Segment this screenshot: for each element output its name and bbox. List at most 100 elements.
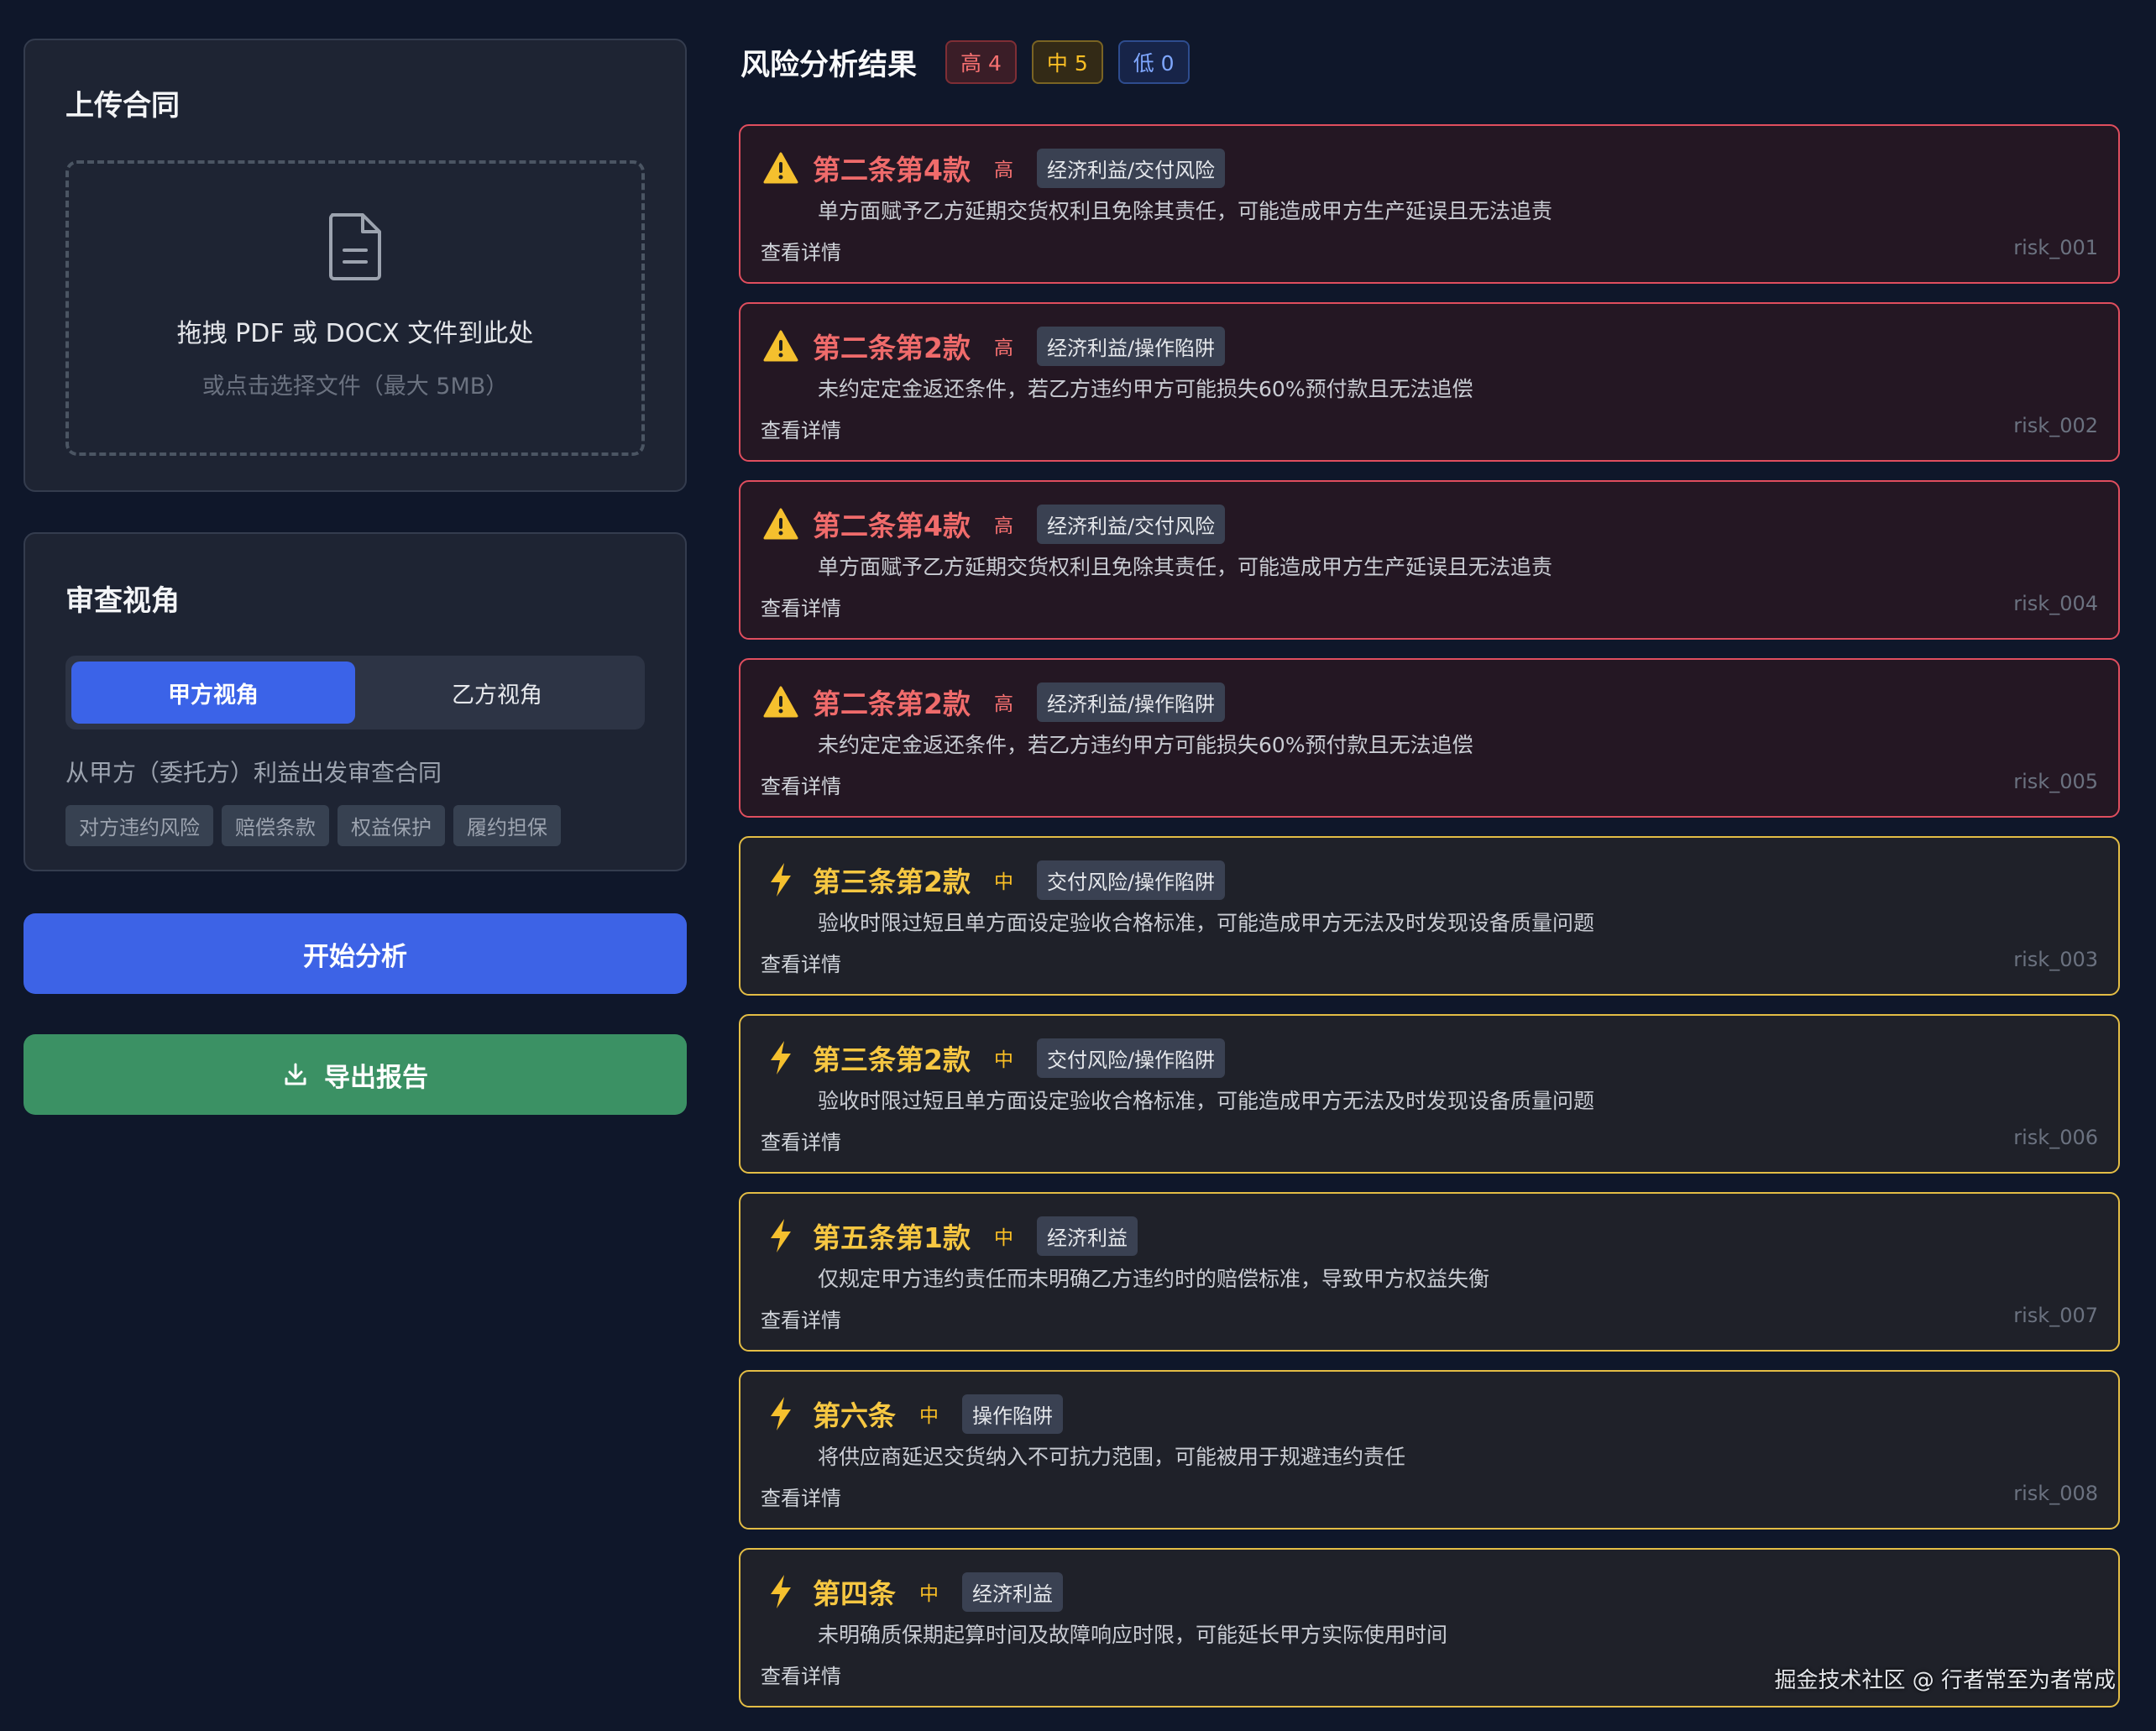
risk-id: risk_002 bbox=[2013, 414, 2098, 437]
file-dropzone[interactable]: 拖拽 PDF 或 DOCX 文件到此处 或点击选择文件（最大 5MB） bbox=[65, 160, 645, 456]
risk-category: 交付风险/操作陷阱 bbox=[1036, 860, 1226, 900]
view-details-link[interactable]: 查看详情 bbox=[761, 948, 841, 977]
risk-level: 中 bbox=[993, 1049, 1013, 1071]
risk-clause: 第六条 bbox=[813, 1399, 896, 1432]
risk-id: risk_005 bbox=[2013, 770, 2098, 793]
upload-title: 上传合同 bbox=[65, 89, 180, 123]
risk-card: 第三条第2款中 交付风险/操作陷阱验收时限过短且单方面设定验收合格标准，可能造成甲… bbox=[739, 836, 2120, 996]
risk-clause: 第二条第2款 bbox=[813, 688, 971, 720]
risk-card: 第三条第2款中 交付风险/操作陷阱验收时限过短且单方面设定验收合格标准，可能造成甲… bbox=[739, 1014, 2120, 1174]
view-details-link[interactable]: 查看详情 bbox=[761, 1304, 841, 1333]
risk-category: 经济利益 bbox=[962, 1571, 1063, 1612]
lightning-icon bbox=[761, 1395, 801, 1432]
start-analysis-button[interactable]: 开始分析 bbox=[24, 913, 687, 994]
risk-category: 经济利益 bbox=[1036, 1216, 1138, 1256]
results-column: 风险分析结果 高 4 中 5 低 0 第二条第4款高经济利益/交付风险 单方面赋予… bbox=[739, 39, 2120, 1726]
risk-description: 验收时限过短且单方面设定验收合格标准，可能造成甲方无法及时发现设备质量问题 bbox=[818, 1089, 1595, 1113]
party-b-view-button[interactable]: 乙方视角 bbox=[355, 662, 639, 724]
lightning-icon bbox=[761, 1039, 801, 1076]
risk-description: 验收时限过短且单方面设定验收合格标准，可能造成甲方无法及时发现设备质量问题 bbox=[818, 911, 1595, 935]
risk-category: 经济利益/操作陷阱 bbox=[1036, 682, 1226, 722]
results-title: 风险分析结果 bbox=[740, 48, 918, 82]
risk-header: 第二条第4款高 经济利益/交付风险 bbox=[761, 504, 1226, 544]
risk-level: 高 bbox=[993, 515, 1013, 537]
risk-header: 第三条第2款中 交付风险/操作陷阱 bbox=[761, 860, 1226, 900]
perspective-description: 从甲方（委托方）利益出发审查合同 bbox=[65, 759, 442, 787]
risk-description: 未约定定金返还条件，若乙方违约甲方可能损失60%预付款且无法追偿 bbox=[818, 377, 1473, 401]
risk-clause: 第二条第2款 bbox=[813, 332, 971, 364]
focus-tag: 权益保护 bbox=[338, 805, 445, 846]
view-details-link[interactable]: 查看详情 bbox=[761, 1660, 841, 1689]
risk-header: 第四条 中 经济利益 bbox=[761, 1571, 1063, 1612]
focus-tag: 对方违约风险 bbox=[65, 805, 213, 846]
view-details-link[interactable]: 查看详情 bbox=[761, 414, 841, 443]
risk-description: 单方面赋予乙方延期交货权利且免除其责任，可能造成甲方生产延误且无法追责 bbox=[818, 555, 1553, 579]
risk-card: 第二条第2款高 经济利益/操作陷阱 未约定定金返还条件，若乙方违约甲方可能损失60%… bbox=[739, 658, 2120, 818]
risk-clause: 第三条第2款 bbox=[813, 1043, 971, 1076]
risk-level: 中 bbox=[993, 871, 1013, 893]
lightning-icon bbox=[761, 1573, 801, 1610]
risk-id: risk_001 bbox=[2013, 236, 2098, 259]
risk-level: 中 bbox=[919, 1405, 939, 1427]
focus-tag: 履约担保 bbox=[453, 805, 561, 846]
risk-level: 高 bbox=[993, 160, 1013, 181]
view-details-link[interactable]: 查看详情 bbox=[761, 592, 841, 621]
left-column: 上传合同 拖拽 PDF 或 DOCX 文件到此处 或点击选择文件（最大 5MB）… bbox=[24, 39, 687, 1115]
warning-icon bbox=[761, 327, 801, 364]
risk-category: 经济利益/操作陷阱 bbox=[1036, 326, 1226, 366]
risk-category: 经济利益/交付风险 bbox=[1036, 504, 1226, 544]
risk-clause: 第四条 bbox=[813, 1577, 896, 1610]
risk-card: 第二条第2款高 经济利益/操作陷阱未约定定金返还条件，若乙方违约甲方可能损失60%… bbox=[739, 302, 2120, 462]
download-icon bbox=[285, 1063, 306, 1085]
dropzone-sub-text: 或点击选择文件（最大 5MB） bbox=[201, 373, 509, 400]
dropzone-main-text: 拖拽 PDF 或 DOCX 文件到此处 bbox=[176, 318, 534, 348]
watermark: 掘金技术社区 @ 行者常至为者常成 bbox=[1774, 1668, 2116, 1693]
risk-header: 第二条第4款高经济利益/交付风险 bbox=[761, 148, 1226, 188]
high-risk-count-badge: 高 4 bbox=[945, 40, 1017, 84]
risk-id: risk_007 bbox=[2013, 1304, 2098, 1327]
risk-card: 第二条第4款高 经济利益/交付风险单方面赋予乙方延期交货权利且免除其责任，可能造成… bbox=[739, 480, 2120, 640]
risk-category: 操作陷阱 bbox=[962, 1394, 1063, 1434]
perspective-toggle: 甲方视角 乙方视角 bbox=[65, 656, 645, 730]
risk-level: 中 bbox=[919, 1583, 939, 1605]
risk-description: 单方面赋予乙方延期交货权利且免除其责任，可能造成甲方生产延误且无法追责 bbox=[818, 199, 1553, 223]
document-icon bbox=[329, 212, 381, 280]
risk-clause: 第二条第4款 bbox=[813, 510, 971, 542]
risk-description: 将供应商延迟交货纳入不可抗力范围，可能被用于规避违约责任 bbox=[818, 1445, 1406, 1469]
view-details-link[interactable]: 查看详情 bbox=[761, 1482, 841, 1511]
risk-card: 第二条第4款高经济利益/交付风险 单方面赋予乙方延期交货权利且免除其责任，可能造成… bbox=[739, 124, 2120, 284]
warning-icon bbox=[761, 505, 801, 542]
risk-description: 仅规定甲方违约责任而未明确乙方违约时的赔偿标准，导致甲方权益失衡 bbox=[818, 1267, 1490, 1291]
risk-list: 第二条第4款高经济利益/交付风险 单方面赋予乙方延期交货权利且免除其责任，可能造成… bbox=[739, 124, 2120, 1707]
risk-clause: 第二条第4款 bbox=[813, 154, 971, 186]
risk-level: 中 bbox=[993, 1227, 1013, 1249]
risk-card: 第五条第1款中 经济利益 仅规定甲方违约责任而未明确乙方违约时的赔偿标准，导致甲方权… bbox=[739, 1192, 2120, 1352]
warning-icon bbox=[761, 683, 801, 720]
risk-header: 第六条 中 操作陷阱 bbox=[761, 1394, 1063, 1434]
perspective-title: 审查视角 bbox=[65, 584, 180, 618]
view-details-link[interactable]: 查看详情 bbox=[761, 1126, 841, 1155]
lightning-icon bbox=[761, 1217, 801, 1254]
risk-header: 第二条第2款高 经济利益/操作陷阱 bbox=[761, 326, 1226, 366]
results-header: 风险分析结果 高 4 中 5 低 0 bbox=[739, 39, 2120, 86]
risk-description: 未明确质保期起算时间及故障响应时限，可能延长甲方实际使用时间 bbox=[818, 1623, 1448, 1647]
risk-header: 第三条第2款中 交付风险/操作陷阱 bbox=[761, 1038, 1226, 1078]
export-report-button[interactable]: 导出报告 bbox=[24, 1034, 687, 1115]
risk-id: risk_003 bbox=[2013, 948, 2098, 971]
lightning-icon bbox=[761, 861, 801, 898]
risk-id: risk_004 bbox=[2013, 592, 2098, 615]
view-details-link[interactable]: 查看详情 bbox=[761, 236, 841, 265]
risk-header: 第五条第1款中 经济利益 bbox=[761, 1216, 1138, 1256]
risk-card: 第六条 中 操作陷阱将供应商延迟交货纳入不可抗力范围，可能被用于规避违约责任查看详情… bbox=[739, 1370, 2120, 1530]
focus-tags: 对方违约风险 赔偿条款 权益保护 履约担保 bbox=[65, 805, 645, 846]
risk-id: risk_006 bbox=[2013, 1126, 2098, 1149]
export-report-label: 导出报告 bbox=[324, 1062, 428, 1093]
risk-level: 高 bbox=[993, 693, 1013, 715]
risk-id: risk_008 bbox=[2013, 1482, 2098, 1505]
risk-header: 第二条第2款高 经济利益/操作陷阱 bbox=[761, 682, 1226, 722]
upload-panel: 上传合同 拖拽 PDF 或 DOCX 文件到此处 或点击选择文件（最大 5MB） bbox=[24, 39, 687, 492]
party-a-view-button[interactable]: 甲方视角 bbox=[71, 662, 355, 724]
focus-tag: 赔偿条款 bbox=[222, 805, 329, 846]
view-details-link[interactable]: 查看详情 bbox=[761, 770, 841, 799]
risk-clause: 第三条第2款 bbox=[813, 866, 971, 898]
